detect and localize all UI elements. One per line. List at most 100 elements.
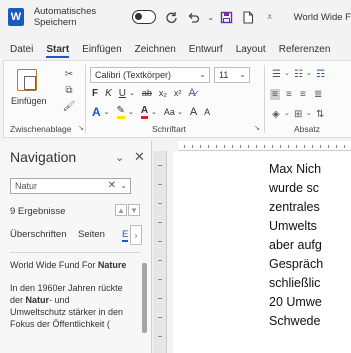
ruler-tick — [328, 145, 329, 148]
chevron-down-icon[interactable]: ⌄ — [306, 109, 312, 117]
ruler-tick — [224, 145, 225, 148]
autosave-toggle[interactable] — [132, 10, 156, 24]
ruler-tick — [158, 317, 162, 318]
align-right-icon[interactable]: ≡ — [300, 89, 306, 100]
italic-button[interactable]: K — [105, 88, 112, 99]
scrollbar-thumb[interactable] — [142, 263, 147, 333]
ribbon: Einfügen ✂ ⧉ 🖌 Zwischenablage ↘ Calibri … — [3, 60, 351, 138]
chevron-right-icon[interactable]: › — [130, 225, 142, 245]
document-line: Schwede — [269, 314, 321, 328]
ruler-tick — [256, 145, 257, 148]
chevron-down-icon: ⌄ — [239, 70, 246, 79]
align-left-icon[interactable]: ≡ — [270, 89, 280, 100]
close-icon[interactable]: ✕ — [134, 149, 145, 165]
document-title: World Wide F — [293, 11, 351, 23]
grow-font-button[interactable]: A — [190, 106, 197, 118]
tab-results[interactable]: E — [122, 229, 129, 242]
ruler-tick — [158, 260, 162, 261]
ruler-tick — [320, 145, 321, 148]
superscript-button[interactable]: x² — [174, 88, 182, 98]
result-match: Natur — [25, 295, 50, 305]
chevron-down-icon[interactable]: ⌄ — [115, 151, 124, 164]
customize-qat-icon[interactable]: ⩡ — [262, 8, 278, 26]
format-painter-icon[interactable]: 🖌 — [62, 99, 76, 113]
document-line: Umwelts — [269, 219, 317, 233]
ruler-tick — [158, 336, 162, 337]
underline-dropdown-icon[interactable]: ⌄ — [129, 89, 135, 97]
copy-icon[interactable]: ⧉ — [62, 83, 76, 97]
chevron-down-icon[interactable]: ⌄ — [120, 181, 127, 190]
font-name-select[interactable]: Calibri (Textkörper) ⌄ — [90, 67, 210, 83]
next-result-icon[interactable]: ▼ — [128, 204, 140, 216]
subscript-button[interactable]: x₂ — [159, 88, 167, 98]
save-icon[interactable] — [218, 8, 234, 26]
tab-layout[interactable]: Layout — [236, 44, 266, 58]
search-input-value: Natur — [15, 181, 38, 191]
justify-icon[interactable]: ≣ — [314, 89, 322, 100]
underline-button[interactable]: U — [119, 88, 126, 99]
group-separator — [85, 65, 86, 133]
tab-file[interactable]: Datei — [10, 44, 33, 58]
font-color-icon[interactable]: A — [140, 105, 149, 119]
cut-icon[interactable]: ✂ — [62, 67, 76, 81]
navigation-scrollbar[interactable] — [141, 253, 148, 353]
chevron-down-icon[interactable]: ⌄ — [284, 69, 290, 77]
multilevel-list-icon[interactable]: ☶ — [316, 69, 325, 80]
bold-button[interactable]: F — [92, 88, 98, 99]
strikethrough-button[interactable]: ab — [142, 88, 152, 98]
ruler-tick — [248, 145, 249, 148]
chevron-down-icon[interactable]: ⌄ — [177, 108, 183, 116]
chevron-down-icon[interactable]: ⌄ — [284, 109, 290, 117]
new-document-icon[interactable] — [240, 8, 256, 26]
bullets-icon[interactable]: ☰ — [272, 69, 281, 80]
paste-button-label[interactable]: Einfügen — [11, 96, 47, 106]
document-body-text[interactable]: Max Nich wurde sc zentrales Umwelts aber… — [269, 160, 323, 331]
chevron-down-icon[interactable]: ⌄ — [104, 108, 110, 116]
result-match: Nature — [97, 260, 127, 270]
undo-icon[interactable] — [185, 8, 201, 26]
tab-references[interactable]: Referenzen — [279, 44, 331, 58]
highlight-color-icon[interactable]: ✎ — [116, 105, 125, 119]
chevron-down-icon: ⌄ — [199, 70, 206, 79]
tab-draw[interactable]: Zeichnen — [135, 44, 176, 58]
navigation-search-input[interactable]: Natur ✕ ⌄ — [10, 178, 131, 194]
document-line: 20 Umwe — [269, 295, 322, 309]
clear-formatting-icon[interactable]: A̷ — [188, 87, 195, 99]
font-format-row: F K U ⌄ ab x₂ x² A̷ — [92, 87, 203, 99]
tab-pages[interactable]: Seiten — [78, 229, 105, 240]
borders-icon[interactable]: ⊞ — [294, 109, 302, 120]
sort-icon[interactable]: ⇅ — [316, 109, 324, 120]
shading-icon[interactable]: ◈ — [272, 109, 280, 120]
paste-icon[interactable] — [17, 69, 37, 91]
font-size-value: 11 — [219, 70, 229, 80]
undo-dropdown-icon[interactable]: ⌄ — [207, 8, 214, 26]
previous-result-icon[interactable]: ▲ — [115, 204, 127, 216]
ruler-tick — [288, 145, 289, 148]
font-launcher-icon[interactable]: ↘ — [250, 121, 264, 135]
chevron-down-icon[interactable]: ⌄ — [128, 108, 134, 116]
tab-home[interactable]: Start — [46, 44, 70, 58]
document-line: aber aufg — [269, 238, 322, 252]
font-size-select[interactable]: 11 ⌄ — [214, 67, 250, 83]
ruler-tick — [208, 145, 209, 148]
tab-headings[interactable]: Überschriften — [10, 229, 67, 240]
chevron-down-icon[interactable]: ⌄ — [306, 69, 312, 77]
font-group-label: Schriftart — [152, 124, 187, 134]
divider — [10, 252, 140, 253]
numbering-icon[interactable]: ☷ — [294, 69, 303, 80]
align-center-icon[interactable]: ≡ — [286, 89, 292, 100]
shrink-font-button[interactable]: A — [204, 107, 210, 117]
autosave-label: Automatisches Speichern — [33, 6, 97, 28]
refresh-icon[interactable] — [164, 8, 180, 26]
list-item[interactable]: In den 1960er Jahren rückte der Natur- u… — [10, 282, 128, 330]
change-case-button[interactable]: Aa — [164, 107, 175, 117]
document-page[interactable] — [173, 151, 351, 353]
chevron-down-icon[interactable]: ⌄ — [151, 108, 157, 116]
list-item[interactable]: World Wide Fund For Nature — [10, 259, 128, 271]
clear-search-icon[interactable]: ✕ — [108, 180, 116, 191]
text-effects-icon[interactable]: A — [92, 105, 101, 119]
tab-design[interactable]: Entwurf — [189, 44, 223, 58]
ruler-tick — [264, 145, 265, 148]
ruler-tick — [280, 145, 281, 148]
tab-insert[interactable]: Einfügen — [82, 44, 121, 58]
